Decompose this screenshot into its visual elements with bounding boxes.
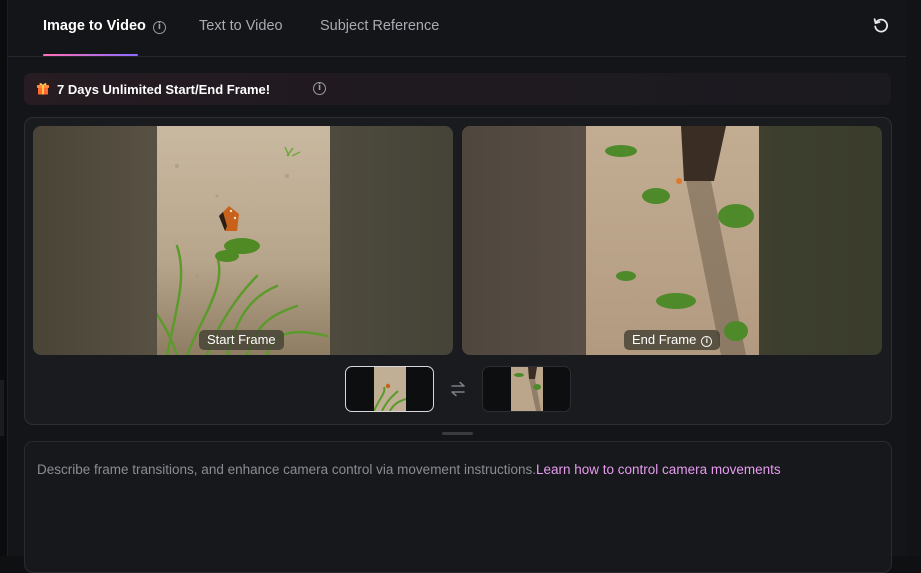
end-frame[interactable]: End Frame i	[462, 126, 882, 355]
swap-icon[interactable]	[449, 381, 467, 397]
prompt-placeholder: Describe frame transitions, and enhance …	[37, 462, 781, 477]
refresh-icon[interactable]	[872, 16, 890, 34]
start-frame-image	[157, 126, 330, 355]
start-frame-thumbnail[interactable]	[345, 366, 434, 412]
end-thumbnail-image	[511, 367, 543, 411]
active-tab-indicator	[43, 54, 138, 56]
left-edge	[0, 0, 8, 556]
scrollbar-track[interactable]	[906, 0, 921, 556]
promo-banner[interactable]: 7 Days Unlimited Start/End Frame! i	[24, 73, 891, 105]
info-icon[interactable]: i	[152, 21, 166, 34]
tab-subject-reference[interactable]: Subject Reference	[320, 18, 439, 34]
start-thumbnail-image	[374, 367, 406, 411]
end-frame-label: End Frame i	[624, 330, 721, 350]
placeholder-text: Describe frame transitions, and enhance …	[37, 462, 536, 477]
promo-text: 7 Days Unlimited Start/End Frame!	[57, 82, 271, 97]
start-frame-label-text: Start Frame	[207, 332, 276, 347]
end-frame-label-text: End Frame	[632, 332, 697, 347]
tab-image-to-video[interactable]: Image to Video i	[43, 18, 166, 34]
info-icon[interactable]: i	[701, 336, 713, 347]
camera-movements-help-link[interactable]: Learn how to control camera movements	[536, 462, 781, 477]
info-icon[interactable]: i	[313, 82, 326, 95]
start-frame[interactable]: Start Frame	[33, 126, 453, 355]
end-frame-image	[586, 126, 759, 355]
tab-label: Image to Video	[43, 18, 146, 34]
resize-handle[interactable]	[442, 432, 473, 435]
end-frame-thumbnail[interactable]	[482, 366, 571, 412]
gift-icon	[37, 83, 49, 95]
prompt-input[interactable]: Describe frame transitions, and enhance …	[24, 441, 892, 573]
tab-text-to-video[interactable]: Text to Video	[199, 18, 283, 34]
collapse-handle[interactable]	[0, 380, 4, 436]
frame-uploader: Start Frame End Frame i	[24, 117, 892, 425]
start-frame-label: Start Frame	[199, 330, 284, 350]
